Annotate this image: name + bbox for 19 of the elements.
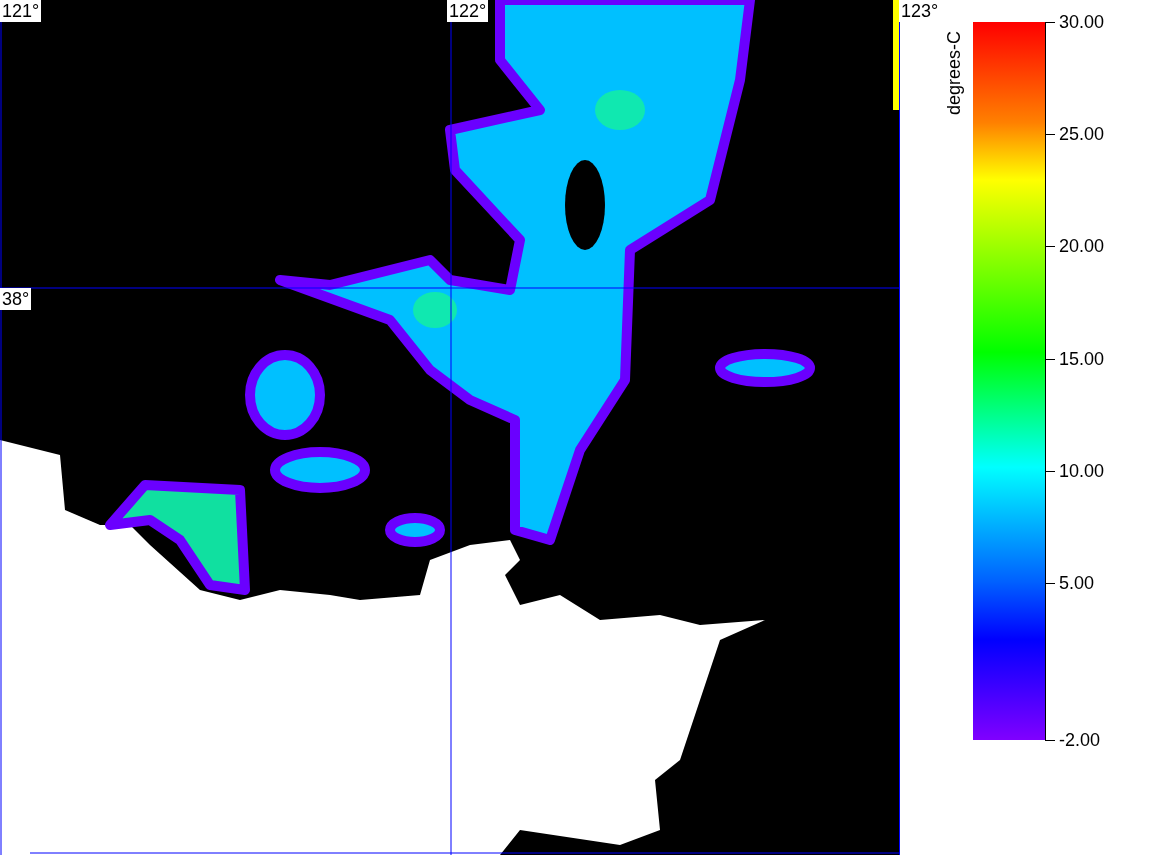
- tick-mark: [1045, 22, 1055, 23]
- longitude-label: 123°: [899, 0, 941, 22]
- tick-label: 20.00: [1059, 236, 1105, 257]
- tick-label: 10.00: [1059, 460, 1105, 481]
- tick-mark: [1045, 358, 1055, 360]
- tick-label: 25.00: [1059, 124, 1105, 145]
- tick-label: 15.00: [1059, 348, 1105, 369]
- tick-label: 5.00: [1059, 572, 1095, 593]
- tick-mark: [1045, 470, 1055, 472]
- tick-mark: [1045, 582, 1055, 584]
- tick-label: 30.00: [1059, 12, 1105, 32]
- longitude-label: 121°: [0, 0, 42, 22]
- latitude-label: 38°: [0, 288, 32, 310]
- tick-mark: [1045, 246, 1055, 248]
- tick-mark: [1045, 134, 1055, 136]
- tick-label: -2.00: [1059, 730, 1101, 750]
- longitude-label: 122°: [447, 0, 489, 22]
- tick-mark: [1045, 740, 1055, 741]
- legend-title: degrees-C: [944, 30, 965, 115]
